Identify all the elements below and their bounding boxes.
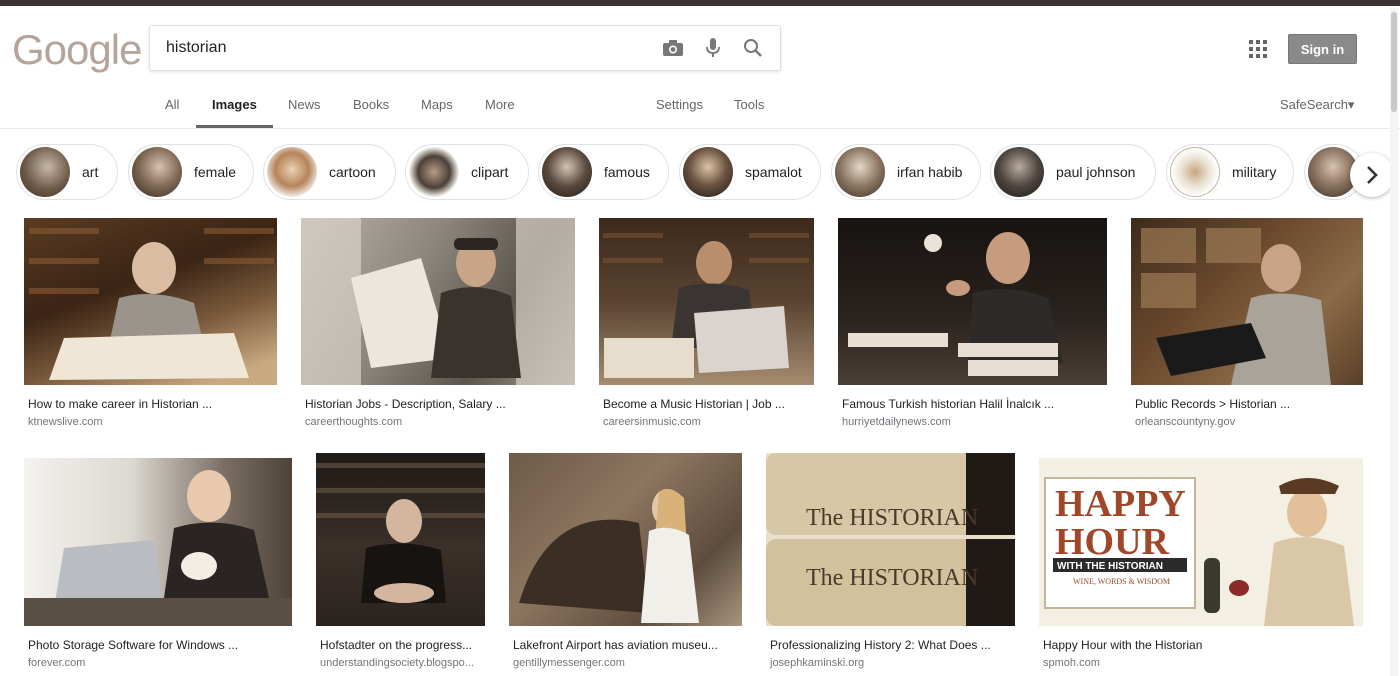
result-thumbnail[interactable]: The HISTORIAN The HISTORIAN bbox=[766, 453, 1015, 626]
search-box[interactable] bbox=[149, 25, 781, 71]
tabs-divider bbox=[0, 128, 1400, 129]
chip-label: military bbox=[1232, 164, 1277, 180]
chip-thumbnail bbox=[994, 147, 1044, 197]
chip-art[interactable]: art bbox=[16, 144, 118, 200]
search-input[interactable] bbox=[166, 26, 646, 70]
chip-female[interactable]: female bbox=[128, 144, 254, 200]
result-title[interactable]: Professionalizing History 2: What Does .… bbox=[770, 638, 991, 652]
search-icon[interactable] bbox=[740, 35, 766, 61]
chip-clipart[interactable]: clipart bbox=[405, 144, 529, 200]
tab-images[interactable]: Images bbox=[196, 95, 273, 128]
result-domain[interactable]: gentillymessenger.com bbox=[513, 657, 625, 669]
image-result[interactable]: Become a Music Historian | Job ... caree… bbox=[599, 218, 814, 433]
result-thumbnail[interactable] bbox=[838, 218, 1107, 385]
result-domain[interactable]: orleanscountyny.gov bbox=[1135, 416, 1235, 428]
chip-label: irfan habib bbox=[897, 164, 963, 180]
chevron-right-icon[interactable] bbox=[1350, 153, 1394, 197]
result-thumbnail[interactable] bbox=[301, 218, 575, 385]
result-domain[interactable]: careerthoughts.com bbox=[305, 416, 402, 428]
tab-tools[interactable]: Tools bbox=[734, 95, 764, 128]
result-title[interactable]: How to make career in Historian ... bbox=[28, 397, 212, 411]
chip-thumbnail bbox=[835, 147, 885, 197]
chip-label: cartoon bbox=[329, 164, 376, 180]
happy-hour-tagline: WINE, WORDS & WISDOM bbox=[1073, 577, 1170, 586]
sign-in-button[interactable]: Sign in bbox=[1288, 34, 1357, 64]
tab-more[interactable]: More bbox=[485, 95, 515, 128]
chip-thumbnail bbox=[267, 147, 317, 197]
chip-famous[interactable]: famous bbox=[538, 144, 669, 200]
search-tabs: All Images News Books Maps More Settings… bbox=[0, 95, 1400, 129]
happy-hour-word: HOUR bbox=[1055, 521, 1170, 563]
result-title[interactable]: Famous Turkish historian Halil İnalcık .… bbox=[842, 397, 1054, 411]
tab-maps[interactable]: Maps bbox=[421, 95, 453, 128]
result-title[interactable]: Lakefront Airport has aviation museu... bbox=[513, 638, 718, 652]
chip-label: famous bbox=[604, 164, 650, 180]
tab-news[interactable]: News bbox=[288, 95, 321, 128]
image-result[interactable]: Photo Storage Software for Windows ... f… bbox=[24, 458, 292, 673]
chip-thumbnail bbox=[132, 147, 182, 197]
result-title[interactable]: Hofstadter on the progress... bbox=[320, 638, 472, 652]
image-result[interactable]: How to make career in Historian ... ktne… bbox=[24, 218, 277, 433]
image-result[interactable]: Public Records > Historian ... orleansco… bbox=[1131, 218, 1363, 433]
chip-label: female bbox=[194, 164, 237, 180]
tab-all[interactable]: All bbox=[165, 95, 179, 128]
chip-thumbnail bbox=[542, 147, 592, 197]
chip-label: art bbox=[82, 164, 99, 180]
chip-irfan-habib[interactable]: irfan habib bbox=[831, 144, 981, 200]
book-spine-title: The HISTORIAN bbox=[806, 505, 978, 531]
result-thumbnail[interactable] bbox=[599, 218, 814, 385]
chip-thumbnail bbox=[1170, 147, 1220, 197]
result-domain[interactable]: spmoh.com bbox=[1043, 657, 1100, 669]
camera-icon[interactable] bbox=[660, 35, 686, 61]
result-domain[interactable]: hurriyetdailynews.com bbox=[842, 416, 951, 428]
chip-thumbnail bbox=[683, 147, 733, 197]
result-thumbnail[interactable] bbox=[316, 453, 485, 626]
chip-spamalot[interactable]: spamalot bbox=[679, 144, 821, 200]
image-result[interactable]: HAPPY HOUR WITH THE HISTORIAN WINE, WORD… bbox=[1039, 458, 1363, 673]
result-thumbnail[interactable] bbox=[24, 218, 277, 385]
chip-label: spamalot bbox=[745, 164, 802, 180]
image-result[interactable]: Hofstadter on the progress... understand… bbox=[316, 453, 485, 673]
chip-label: clipart bbox=[471, 164, 509, 180]
chip-paul-johnson[interactable]: paul johnson bbox=[990, 144, 1156, 200]
result-thumbnail[interactable]: HAPPY HOUR WITH THE HISTORIAN WINE, WORD… bbox=[1039, 458, 1363, 626]
scrollbar-thumb[interactable] bbox=[1391, 12, 1397, 112]
book-spine-title: The HISTORIAN bbox=[806, 565, 978, 591]
image-result[interactable]: The HISTORIAN The HISTORIAN Professional… bbox=[766, 453, 1015, 673]
top-strip bbox=[0, 0, 1400, 6]
result-title[interactable]: Photo Storage Software for Windows ... bbox=[28, 638, 238, 652]
image-result[interactable]: Historian Jobs - Description, Salary ...… bbox=[301, 218, 575, 433]
chip-thumbnail bbox=[20, 147, 70, 197]
logo-text: Google bbox=[12, 26, 142, 73]
result-thumbnail[interactable] bbox=[509, 453, 742, 626]
result-thumbnail[interactable] bbox=[1131, 218, 1363, 385]
happy-hour-word: HAPPY bbox=[1055, 483, 1186, 525]
image-result[interactable]: Famous Turkish historian Halil İnalcık .… bbox=[838, 218, 1107, 433]
tab-books[interactable]: Books bbox=[353, 95, 389, 128]
result-title[interactable]: Happy Hour with the Historian bbox=[1043, 638, 1202, 652]
chip-thumbnail bbox=[409, 147, 459, 197]
related-chips: art female cartoon clipart famous spamal… bbox=[0, 141, 1400, 205]
google-logo[interactable]: Google bbox=[12, 26, 142, 76]
result-title[interactable]: Become a Music Historian | Job ... bbox=[603, 397, 785, 411]
result-thumbnail[interactable] bbox=[24, 458, 292, 626]
result-title[interactable]: Public Records > Historian ... bbox=[1135, 397, 1290, 411]
result-domain[interactable]: ktnewslive.com bbox=[28, 416, 103, 428]
chip-label: paul johnson bbox=[1056, 164, 1136, 180]
result-title[interactable]: Historian Jobs - Description, Salary ... bbox=[305, 397, 506, 411]
result-domain[interactable]: forever.com bbox=[28, 657, 85, 669]
result-domain[interactable]: josephkaminski.org bbox=[770, 657, 864, 669]
image-result[interactable]: Lakefront Airport has aviation museu... … bbox=[509, 453, 742, 673]
chip-cartoon[interactable]: cartoon bbox=[263, 144, 396, 200]
chip-military[interactable]: military bbox=[1166, 144, 1294, 200]
tab-settings[interactable]: Settings bbox=[656, 95, 703, 128]
result-domain[interactable]: careersinmusic.com bbox=[603, 416, 701, 428]
happy-hour-subtitle: WITH THE HISTORIAN bbox=[1057, 561, 1163, 572]
microphone-icon[interactable] bbox=[700, 35, 726, 61]
apps-grid-icon[interactable] bbox=[1249, 40, 1267, 58]
safesearch-dropdown[interactable]: SafeSearch▾ bbox=[1280, 97, 1354, 113]
result-domain[interactable]: understandingsociety.blogspo... bbox=[320, 657, 474, 669]
